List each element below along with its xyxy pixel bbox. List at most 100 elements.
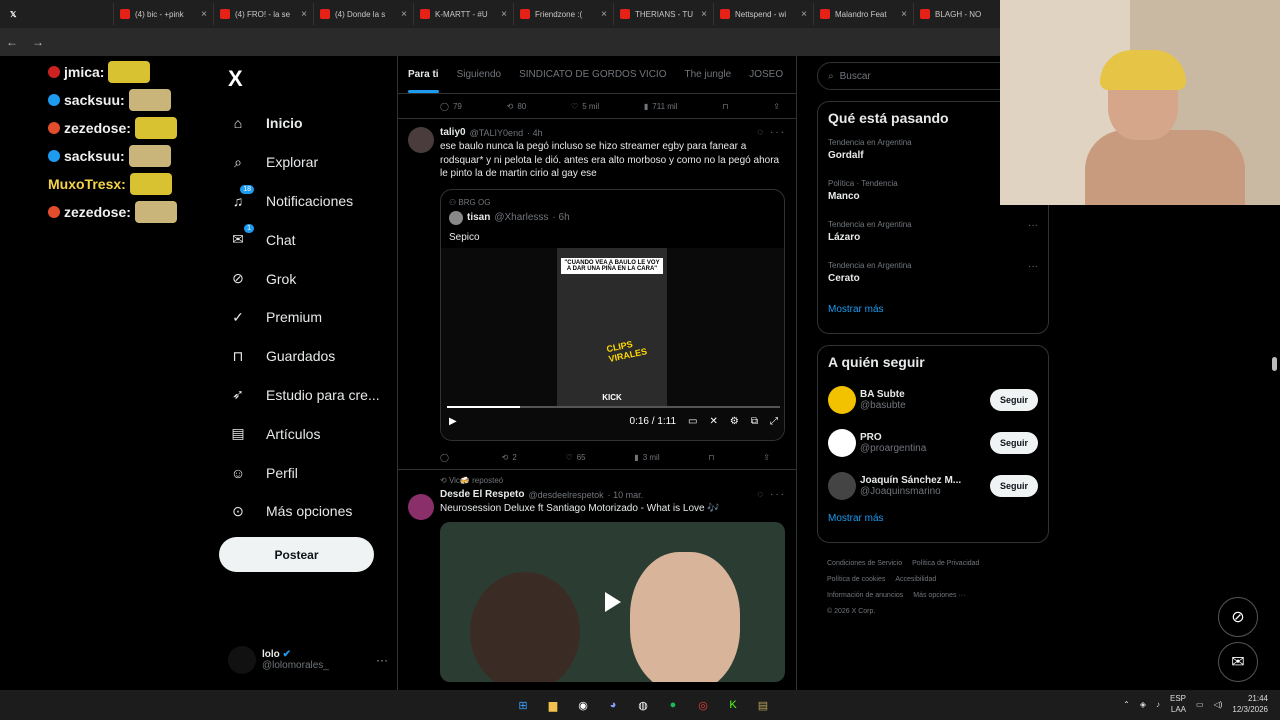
nav-item-rocket[interactable]: ➶ Estudio para cre... xyxy=(218,376,396,415)
footer-link[interactable]: Accesibilidad xyxy=(895,576,936,583)
footer-link[interactable]: Política de Privacidad xyxy=(912,560,979,567)
trend-item[interactable]: Tendencia en Argentina Cerato ··· xyxy=(818,257,1048,298)
search-input[interactable]: ⌕ Buscar xyxy=(817,62,1017,90)
chevron-up-icon[interactable]: ⌃ xyxy=(1123,700,1130,709)
discord-icon[interactable]: ◕ xyxy=(602,694,624,716)
video-player[interactable]: "CUANDO VEA A BAULO LE VOY A DAR UNA PIÑ… xyxy=(441,248,784,440)
trend-item[interactable]: Tendencia en Argentina Lázaro ··· xyxy=(818,216,1048,257)
post-author-handle[interactable]: @desdeelrespetok xyxy=(528,490,603,500)
nav-item-search[interactable]: ⌕ Explorar xyxy=(218,143,396,182)
bookmark-icon[interactable]: ⊓ xyxy=(708,453,714,462)
timeline-tab[interactable]: JOSEO xyxy=(749,69,783,80)
mic-icon[interactable]: ♪ xyxy=(1156,700,1160,709)
reply-button[interactable]: ◯ xyxy=(440,453,453,462)
nav-item-more[interactable]: ⊙ Más opciones xyxy=(218,492,396,531)
nav-item-bell[interactable]: ♫ 18 Notificaciones xyxy=(218,182,396,221)
nav-item-grok[interactable]: ⊘ Grok xyxy=(218,259,396,298)
follow-suggestion[interactable]: BA Subte @basubte Seguir xyxy=(818,378,1048,421)
follow-show-more[interactable]: Mostrar más xyxy=(818,507,1048,534)
close-icon[interactable]: × xyxy=(201,9,207,20)
browser-tab[interactable]: THERIANS - TU × xyxy=(614,3,714,25)
post-more-icon[interactable]: ◌ ··· xyxy=(757,489,786,500)
forward-icon[interactable]: → xyxy=(32,35,44,49)
trends-show-more[interactable]: Mostrar más xyxy=(818,298,1048,325)
browser-tab[interactable]: Friendzone :(× xyxy=(514,3,614,25)
obs-icon[interactable]: ◍ xyxy=(632,694,654,716)
post-more-icon[interactable]: ◌ ··· xyxy=(757,127,786,138)
close-icon[interactable]: × xyxy=(401,9,407,20)
clock[interactable]: 21:44 12/3/2026 xyxy=(1232,693,1268,715)
volume-icon[interactable]: ◁) xyxy=(1214,700,1223,709)
account-switcher[interactable]: lolo ✔ @lolomorales_ ··· xyxy=(228,643,388,677)
avatar[interactable] xyxy=(408,127,434,153)
follow-suggestion[interactable]: Joaquín Sánchez M... @Joaquinsmarino Segui… xyxy=(818,464,1048,507)
more-icon[interactable]: ··· xyxy=(376,653,388,667)
nav-item-article[interactable]: ▤ Artículos xyxy=(218,414,396,453)
x-logo-icon[interactable]: X xyxy=(228,66,396,92)
post-taliy0[interactable]: taliy0 @TALIY0end · 4h ◌ ··· ese baulo n… xyxy=(398,118,796,469)
messages-fab-icon[interactable]: ✉ xyxy=(1218,642,1258,682)
close-icon[interactable]: × xyxy=(501,9,507,20)
captions-icon[interactable]: ▭ xyxy=(688,416,697,427)
back-icon[interactable]: ← xyxy=(6,35,18,49)
browser-tab[interactable]: (4) Donde la s × xyxy=(314,3,414,25)
avatar[interactable] xyxy=(828,471,856,500)
like-button[interactable]: ♡ 5 mil xyxy=(571,102,599,111)
popout-icon[interactable]: ⧉ xyxy=(751,416,758,427)
app-icon[interactable]: ▤ xyxy=(752,694,774,716)
browser-tab[interactable]: BLAGH - NO× xyxy=(914,3,1014,25)
timeline-tab[interactable]: Para ti xyxy=(408,69,439,93)
grok-fab-icon[interactable]: ⊘ xyxy=(1218,597,1258,637)
footer-link[interactable]: Política de cookies xyxy=(827,576,885,583)
like-button[interactable]: ♡ 65 xyxy=(566,453,586,462)
repost-button[interactable]: ⟲ 2 xyxy=(502,453,517,462)
close-icon[interactable]: × xyxy=(901,9,907,20)
steam-icon[interactable]: ◉ xyxy=(572,694,594,716)
post-author-name[interactable]: Desde El Respeto xyxy=(440,489,524,500)
tab-active-x[interactable]: 𝕏 xyxy=(4,3,114,25)
avatar[interactable] xyxy=(408,494,434,520)
settings-icon[interactable]: ⚙ xyxy=(730,416,739,427)
post-author-handle[interactable]: @TALIY0end xyxy=(470,128,524,138)
post-time[interactable]: · 4h xyxy=(527,128,543,138)
footer-link[interactable]: Condiciones de Servicio xyxy=(827,560,902,567)
browser-tab[interactable]: Malandro Feat × xyxy=(814,3,914,25)
video-progress-bar[interactable] xyxy=(447,406,780,408)
chrome-icon[interactable]: ◎ xyxy=(692,694,714,716)
timeline-tab[interactable]: SINDICATO DE GORDOS VICIO xyxy=(519,69,666,80)
spotify-icon[interactable]: ● xyxy=(662,694,684,716)
post-desde-el-respeto[interactable]: ⟲ Vic🍻 reposteó Desde El Respeto @desdee… xyxy=(398,469,796,682)
post-author-name[interactable]: taliy0 xyxy=(440,127,466,138)
play-icon[interactable] xyxy=(604,591,621,612)
share-icon[interactable]: ⇪ xyxy=(763,453,770,462)
follow-button[interactable]: Seguir xyxy=(989,431,1038,454)
footer-link[interactable]: Más opciones ··· xyxy=(913,592,965,599)
follow-button[interactable]: Seguir xyxy=(989,388,1038,411)
bookmark-icon[interactable]: ⊓ xyxy=(722,102,728,111)
browser-tab[interactable]: (4) bic - +pink × xyxy=(114,3,214,25)
scrollbar-thumb[interactable] xyxy=(1272,357,1277,371)
language-indicator[interactable]: ESP LAA xyxy=(1170,693,1186,715)
mute-icon[interactable]: ✕ xyxy=(710,416,718,427)
more-icon[interactable]: ··· xyxy=(1028,261,1038,272)
share-icon[interactable]: ⇪ xyxy=(773,102,780,111)
avatar[interactable] xyxy=(828,385,856,414)
views-button[interactable]: ▮ 3 mil xyxy=(634,453,659,462)
close-icon[interactable]: × xyxy=(301,9,307,20)
nav-item-home[interactable]: ⌂ Inicio xyxy=(218,104,396,143)
timeline-tab[interactable]: The jungle xyxy=(685,69,732,80)
nav-item-mail[interactable]: ✉ 1 Chat xyxy=(218,220,396,259)
timeline-tab[interactable]: Siguiendo xyxy=(457,69,501,80)
post-video[interactable] xyxy=(440,521,785,682)
kick-icon[interactable]: K xyxy=(722,694,744,716)
post-time[interactable]: · 10 mar. xyxy=(608,490,644,500)
post-button[interactable]: Postear xyxy=(219,537,374,572)
reply-button[interactable]: ◯ 79 xyxy=(440,102,462,111)
browser-tab[interactable]: K-MARTT - #U × xyxy=(414,3,514,25)
shield-icon[interactable]: ◈ xyxy=(1140,700,1146,709)
browser-tab[interactable]: Nettspend - wi × xyxy=(714,3,814,25)
close-icon[interactable]: × xyxy=(601,9,607,20)
follow-suggestion[interactable]: PRO @proargentina Seguir xyxy=(818,421,1048,464)
nav-item-user[interactable]: ☺ Perfil xyxy=(218,453,396,492)
play-icon[interactable]: ▶ xyxy=(449,416,457,427)
